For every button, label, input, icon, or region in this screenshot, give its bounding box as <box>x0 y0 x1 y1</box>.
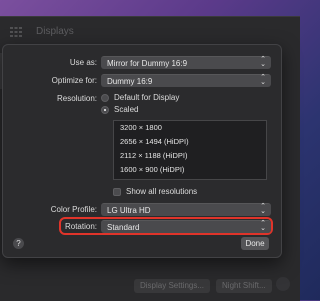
display-settings-button[interactable]: Display Settings... <box>134 279 211 293</box>
radio-button-off-icon <box>101 93 109 102</box>
background-buttons: Display Settings... Night Shift... <box>134 279 272 293</box>
window-titlebar: Displays <box>4 17 296 45</box>
use-as-label: Use as: <box>69 58 97 67</box>
show-all-resolutions-label: Show all resolutions <box>126 187 198 196</box>
popup-chevron-icon: ⌃ ⌄ <box>260 56 266 68</box>
done-button[interactable]: Done <box>241 237 269 250</box>
show-all-grid-icon[interactable] <box>10 27 22 37</box>
night-shift-button[interactable]: Night Shift... <box>216 279 272 293</box>
radio-default-for-display[interactable]: Default for Display <box>101 93 179 102</box>
popup-chevron-icon: ⌃ ⌄ <box>260 203 266 215</box>
checkbox-unchecked-icon <box>113 187 121 196</box>
display-settings-sheet: Use as: Mirror for Dummy 16:9 ⌃ ⌄ Optimiz… <box>2 44 282 258</box>
background-help-button[interactable] <box>276 277 290 291</box>
resolution-item[interactable]: 2112 × 1188 (HiDPI) <box>114 149 266 163</box>
resolution-list[interactable]: 3200 × 1800 2656 × 1494 (HiDPI) 2112 × 1… <box>113 120 267 180</box>
radio-default-label: Default for Display <box>114 93 180 102</box>
use-as-value: Mirror for Dummy 16:9 <box>107 59 188 68</box>
optimize-for-label: Optimize for: <box>51 76 97 85</box>
radio-scaled[interactable]: Scaled <box>101 105 138 114</box>
resolution-item[interactable]: 1600 × 900 (HiDPI) <box>114 163 266 177</box>
color-profile-label: Color Profile: <box>50 205 97 214</box>
color-profile-popup[interactable]: LG Ultra HD ⌃ ⌄ <box>101 203 271 216</box>
rotation-label: Rotation: <box>64 222 97 231</box>
optimize-for-value: Dummy 16:9 <box>107 77 153 86</box>
popup-chevron-icon: ⌃ ⌄ <box>260 74 266 86</box>
window-title: Displays <box>36 26 74 37</box>
resolution-label: Resolution: <box>56 94 97 103</box>
color-profile-value: LG Ultra HD <box>107 206 151 215</box>
rotation-value: Standard <box>107 223 140 232</box>
popup-chevron-icon: ⌃ ⌄ <box>260 220 266 232</box>
resolution-item[interactable]: 2656 × 1494 (HiDPI) <box>114 135 266 149</box>
resolution-item[interactable]: 3200 × 1800 <box>114 121 266 135</box>
radio-button-on-icon <box>101 105 109 114</box>
optimize-for-popup[interactable]: Dummy 16:9 ⌃ ⌄ <box>101 74 271 87</box>
use-as-popup[interactable]: Mirror for Dummy 16:9 ⌃ ⌄ <box>101 56 271 69</box>
rotation-popup[interactable]: Standard ⌃ ⌄ <box>101 220 271 233</box>
show-all-resolutions-checkbox[interactable]: Show all resolutions <box>113 187 197 196</box>
radio-scaled-label: Scaled <box>114 105 139 114</box>
help-button[interactable]: ? <box>13 238 24 249</box>
